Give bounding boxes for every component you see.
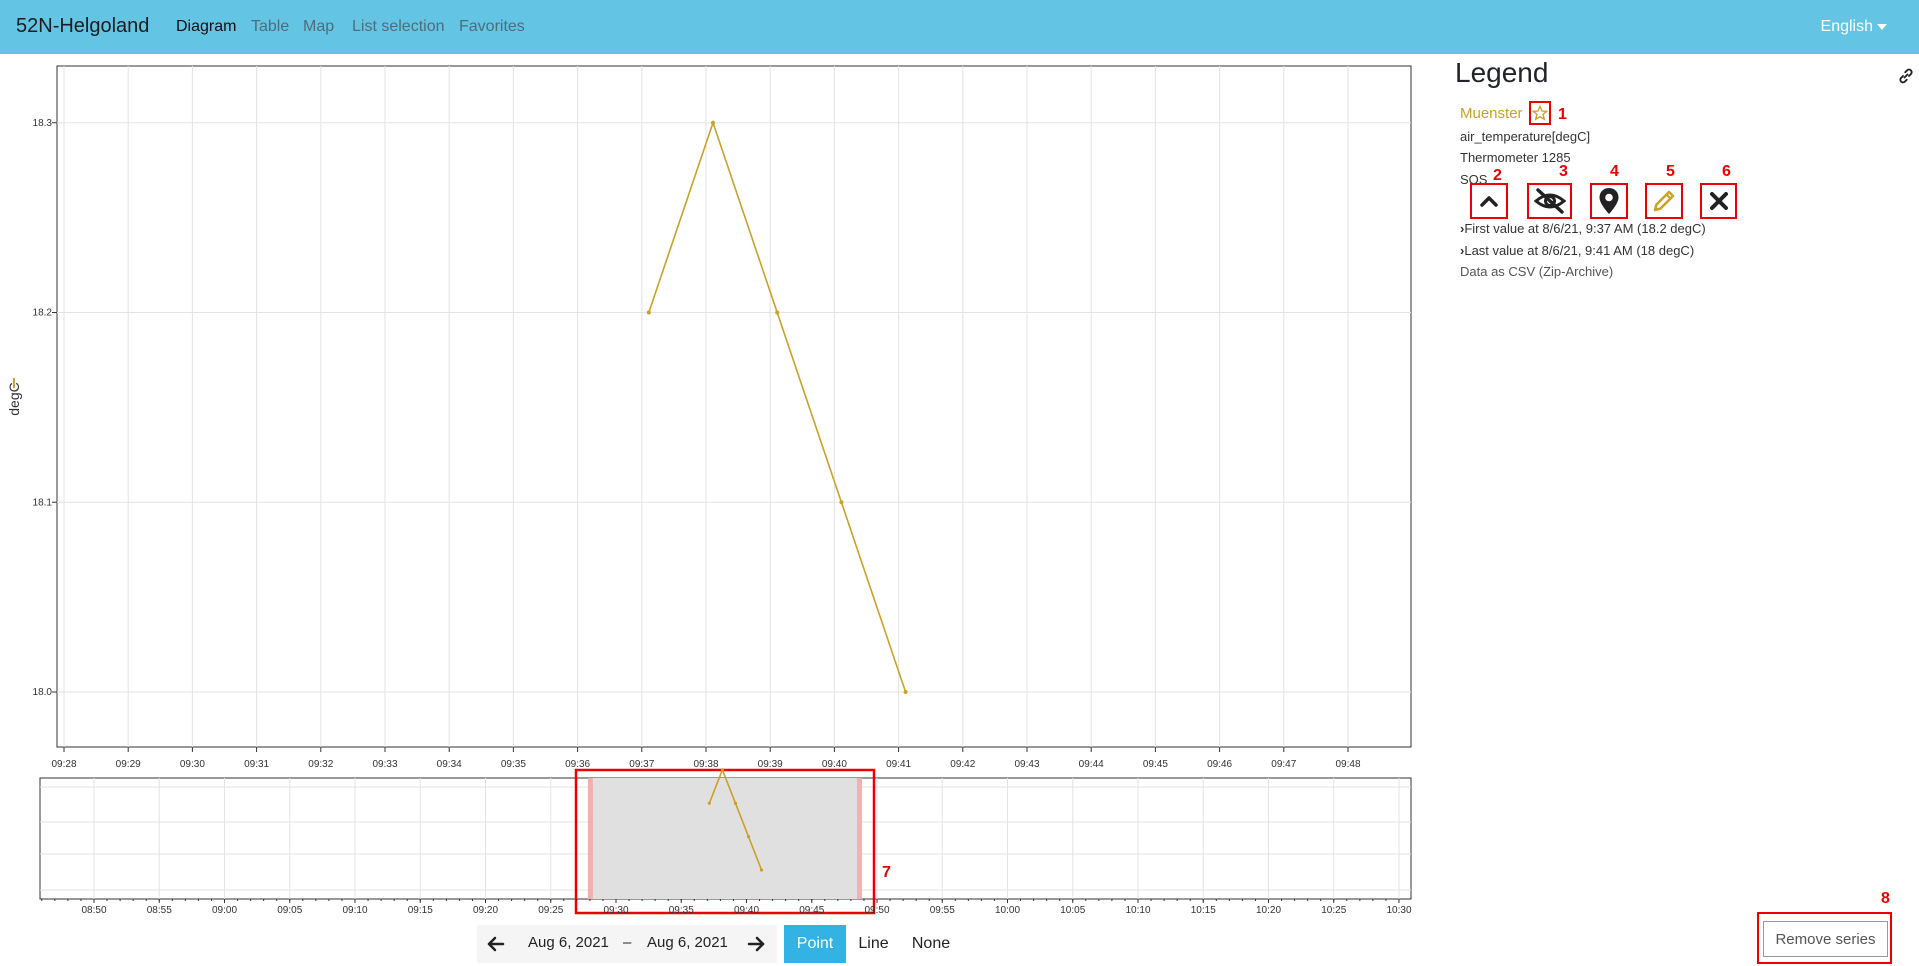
overview-x-tick-label: 09:50 xyxy=(864,905,889,916)
y-tick-label: 18.0 xyxy=(33,687,53,698)
edit-style-button[interactable] xyxy=(1645,183,1683,219)
overview-x-tick-label: 09:15 xyxy=(408,905,433,916)
main-axes: 09:28 09:29 09:30 09:31 09:32 09:33 09:34 09:35… xyxy=(6,118,1361,770)
collapse-button[interactable] xyxy=(1470,183,1508,219)
overview-x-tick-label: 09:55 xyxy=(930,905,955,916)
annotation-1: 1 xyxy=(1558,106,1567,123)
annotation-3: 3 xyxy=(1559,163,1568,180)
main-grid xyxy=(56,65,1412,748)
nav-table[interactable]: Table xyxy=(251,18,289,36)
timespan-end[interactable]: Aug 6, 2021 xyxy=(647,934,728,951)
overview-x-tick-label: 09:25 xyxy=(538,905,563,916)
close-icon xyxy=(1709,192,1728,210)
top-navbar: 52N-Helgoland Diagram Table Map List sel… xyxy=(0,0,1919,54)
timespan-separator: – xyxy=(623,934,632,951)
chevron-up-icon xyxy=(1480,196,1498,207)
link-icon[interactable] xyxy=(1897,67,1915,85)
show-location-button[interactable] xyxy=(1590,183,1628,219)
legend-title: Legend xyxy=(1455,57,1549,88)
first-value-toggle[interactable]: ›First value at 8/6/21, 9:37 AM (18.2 de… xyxy=(1460,221,1706,236)
last-value-toggle[interactable]: ›Last value at 8/6/21, 9:41 AM (18 degC) xyxy=(1460,243,1694,258)
toggle-visibility-button[interactable] xyxy=(1527,183,1572,219)
brand-title[interactable]: 52N-Helgoland xyxy=(16,15,149,38)
language-label: English xyxy=(1820,18,1873,35)
plot-frame xyxy=(56,65,1412,748)
star-icon xyxy=(1532,105,1548,121)
selection-window xyxy=(587,778,862,899)
overview-x-tick-label: 10:10 xyxy=(1125,905,1150,916)
overview-x-tick-label: 09:45 xyxy=(799,905,824,916)
data-point xyxy=(839,500,844,505)
csv-download-link[interactable]: Data as CSV (Zip-Archive) xyxy=(1460,264,1613,279)
selection-handle-right xyxy=(856,778,862,899)
overview-x-tick-label: 09:30 xyxy=(603,905,628,916)
arrow-right-icon[interactable] xyxy=(745,933,767,955)
arrow-left-icon[interactable] xyxy=(485,933,507,955)
overview-x-tick-label: 10:05 xyxy=(1060,905,1085,916)
timespan-control: Aug 6, 2021 – Aug 6, 2021 xyxy=(477,925,777,963)
overview-x-tick-label: 09:20 xyxy=(473,905,498,916)
overview-data-point xyxy=(707,801,711,805)
mode-none-button[interactable]: None xyxy=(903,925,959,963)
nav-list-selection[interactable]: List selection xyxy=(352,18,445,36)
overview-x-tick-label: 09:05 xyxy=(277,905,302,916)
data-point xyxy=(775,310,780,315)
phenomenon-label: air_temperature[degC] xyxy=(1460,129,1591,144)
annotation-4: 4 xyxy=(1610,163,1619,180)
first-value-label: First value at 8/6/21, 9:37 AM (18.2 deg… xyxy=(1464,221,1706,236)
y-tick-label: 18.3 xyxy=(33,118,53,129)
overview-x-tick-label: 09:35 xyxy=(669,905,694,916)
overview-data-point xyxy=(746,835,751,839)
overview-data-point xyxy=(759,868,764,872)
overview-data-point xyxy=(720,768,725,772)
annotation-7: 7 xyxy=(882,864,891,881)
overview-data-point xyxy=(733,801,738,805)
nav-favorites[interactable]: Favorites xyxy=(459,18,525,36)
annotation-5: 5 xyxy=(1666,163,1675,180)
remove-dataset-button[interactable] xyxy=(1700,183,1737,219)
overview-x-tick-label: 10:30 xyxy=(1386,905,1411,916)
annotation-6: 6 xyxy=(1722,163,1731,180)
last-value-label: Last value at 8/6/21, 9:41 AM (18 degC) xyxy=(1464,243,1695,258)
caret-down-icon xyxy=(1877,23,1887,30)
data-point xyxy=(646,310,651,315)
main-chart[interactable]: 09:28 09:29 09:30 09:31 09:32 09:33 09:34 09:35… xyxy=(0,56,1430,776)
overview-selection: 7 xyxy=(574,768,891,915)
nav-diagram[interactable]: Diagram xyxy=(176,18,236,36)
overview-x-tick-label: 10:25 xyxy=(1321,905,1346,916)
eye-slash-icon xyxy=(1533,188,1566,214)
overview-chart[interactable]: 7 08:50 08:55 09:00 09:05 09:10 09:15 09:20 09:… xyxy=(0,760,1430,920)
main-series xyxy=(646,120,908,694)
overview-x-tick-label: 10:15 xyxy=(1191,905,1216,916)
overview-x-tick-label: 10:00 xyxy=(995,905,1020,916)
overview-x-tick-label: 09:40 xyxy=(734,905,759,916)
y-tick-label: 18.1 xyxy=(33,497,53,508)
data-point xyxy=(711,120,715,125)
favorite-star-button[interactable] xyxy=(1529,101,1551,125)
pencil-icon xyxy=(1653,190,1675,212)
map-marker-icon xyxy=(1599,188,1619,214)
data-point xyxy=(903,690,908,694)
annotation-8: 8 xyxy=(1881,890,1890,907)
overview-x-tick-label: 08:50 xyxy=(81,905,106,916)
station-name[interactable]: Muenster xyxy=(1460,105,1523,122)
series-line xyxy=(648,120,907,693)
overview-x-tick-label: 09:00 xyxy=(212,905,237,916)
timespan-start[interactable]: Aug 6, 2021 xyxy=(528,934,609,951)
overview-x-tick-label: 10:20 xyxy=(1256,905,1281,916)
language-dropdown[interactable]: English xyxy=(1821,18,1887,36)
mode-line-button[interactable]: Line xyxy=(851,925,896,963)
mode-point-button[interactable]: Point xyxy=(784,925,846,963)
nav-map[interactable]: Map xyxy=(303,18,334,36)
selection-handle-left xyxy=(587,778,593,899)
remove-series-button[interactable]: Remove series xyxy=(1763,921,1888,957)
sensor-label: Thermometer 1285 xyxy=(1460,150,1571,165)
overview-x-tick-label: 09:10 xyxy=(342,905,367,916)
y-tick-label: 18.2 xyxy=(33,308,53,319)
overview-x-tick-label: 08:55 xyxy=(147,905,172,916)
